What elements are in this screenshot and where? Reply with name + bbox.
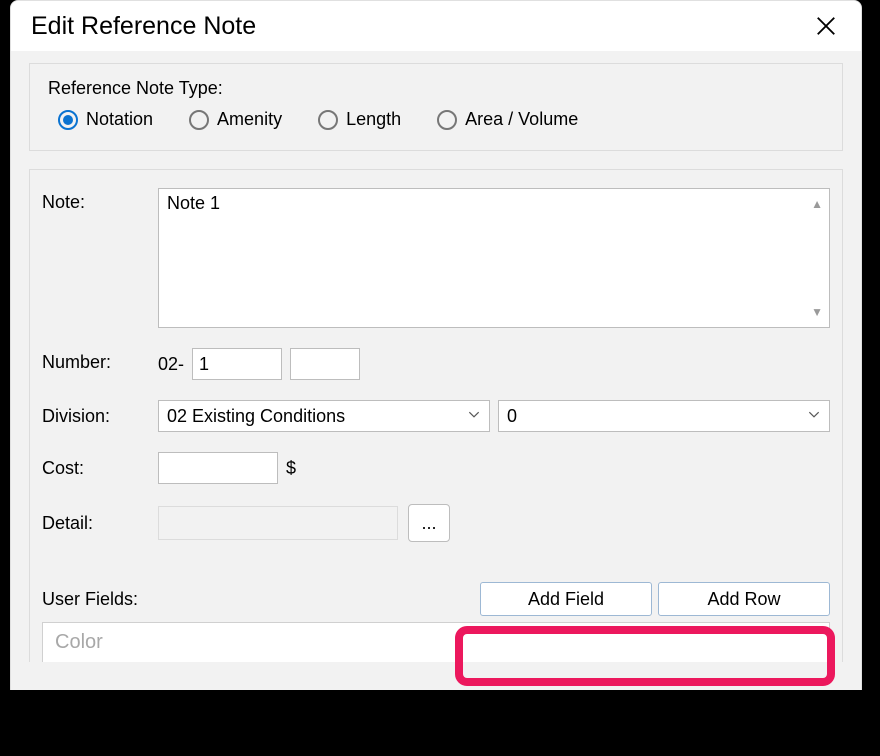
cost-field[interactable] [158, 452, 278, 484]
radio-notation[interactable]: Notation [58, 109, 153, 130]
cost-label: Cost: [42, 458, 148, 479]
radio-label: Area / Volume [465, 109, 578, 130]
scroll-down-icon[interactable]: ▼ [811, 305, 823, 319]
division-secondary-value: 0 [507, 406, 517, 427]
dialog-window: Edit Reference Note Reference Note Type:… [10, 0, 862, 712]
radio-amenity[interactable]: Amenity [189, 109, 282, 130]
division-value: 02 Existing Conditions [167, 406, 345, 427]
number-field-2[interactable] [290, 348, 360, 380]
add-field-button[interactable]: Add Field [480, 582, 652, 616]
user-fields-label: User Fields: [42, 589, 138, 610]
radio-length[interactable]: Length [318, 109, 401, 130]
radio-label: Length [346, 109, 401, 130]
add-row-button[interactable]: Add Row [658, 582, 830, 616]
division-secondary-select[interactable]: 0 [498, 400, 830, 432]
close-icon [815, 15, 837, 37]
reference-note-type-options: Notation Amenity Length Area / Volume [48, 109, 824, 130]
dialog-title: Edit Reference Note [31, 12, 256, 41]
close-button[interactable] [811, 11, 841, 41]
bottom-fade [0, 690, 880, 756]
radio-icon [58, 110, 78, 130]
number-field-1[interactable] [192, 348, 282, 380]
radio-area-volume[interactable]: Area / Volume [437, 109, 578, 130]
reference-note-type-heading: Reference Note Type: [48, 78, 824, 99]
note-label: Note: [42, 188, 148, 213]
number-prefix: 02- [158, 354, 184, 375]
user-fields-table[interactable]: Color [42, 622, 830, 662]
titlebar: Edit Reference Note [11, 1, 861, 51]
note-value: Note 1 [167, 193, 220, 213]
form-area: Note: Note 1 ▲ ▼ Number: 02- [29, 169, 843, 662]
reference-note-type-panel: Reference Note Type: Notation Amenity [29, 63, 843, 151]
detail-label: Detail: [42, 513, 148, 534]
cost-suffix: $ [286, 458, 296, 479]
number-label: Number: [42, 348, 148, 373]
chevron-down-icon [807, 406, 821, 427]
note-input[interactable]: Note 1 ▲ ▼ [158, 188, 830, 328]
radio-icon [189, 110, 209, 130]
scroll-up-icon[interactable]: ▲ [811, 197, 823, 211]
detail-browse-button[interactable]: ... [408, 504, 450, 542]
chevron-down-icon [467, 406, 481, 427]
radio-label: Amenity [217, 109, 282, 130]
radio-icon [318, 110, 338, 130]
radio-label: Notation [86, 109, 153, 130]
detail-field[interactable] [158, 506, 398, 540]
division-select[interactable]: 02 Existing Conditions [158, 400, 490, 432]
table-column-header: Color [55, 631, 103, 654]
division-label: Division: [42, 406, 148, 427]
radio-icon [437, 110, 457, 130]
